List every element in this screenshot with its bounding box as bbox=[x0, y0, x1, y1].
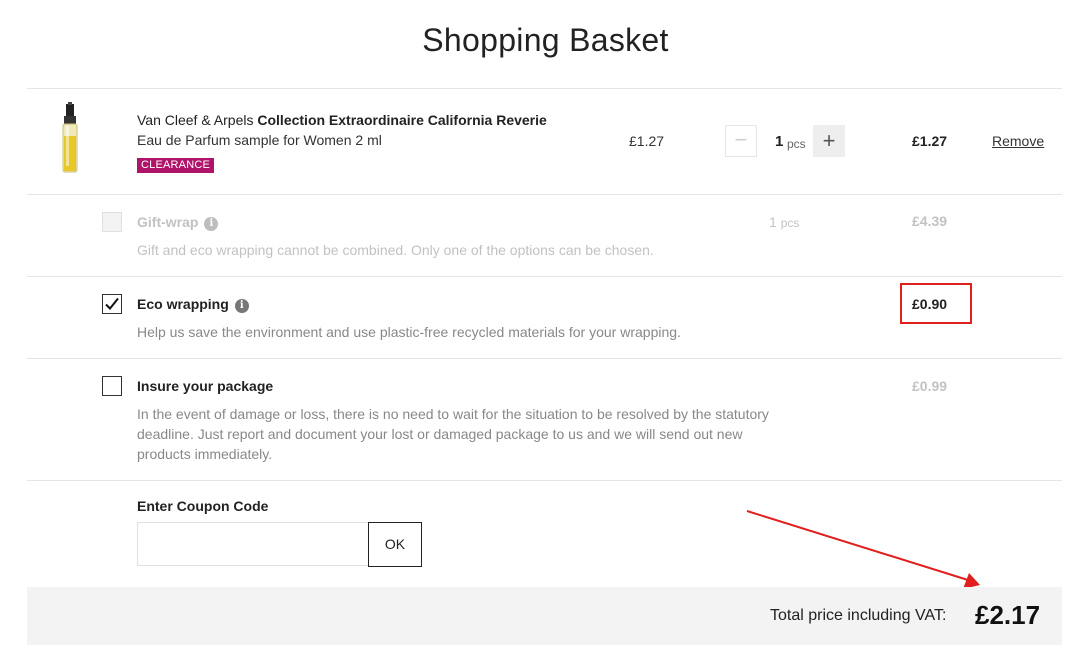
divider bbox=[27, 276, 1062, 277]
annotation-highlight-box bbox=[900, 283, 972, 324]
coupon-ok-button[interactable]: OK bbox=[368, 522, 422, 567]
quantity-value: 1 bbox=[775, 133, 784, 150]
gift-wrap-quantity: 1 pcs bbox=[769, 214, 799, 230]
total-label: Total price including VAT: bbox=[770, 607, 947, 624]
clearance-badge: CLEARANCE bbox=[137, 158, 215, 173]
product-subtitle: Eau de Parfum sample for Women 2 ml bbox=[137, 132, 382, 148]
gift-wrap-description: Gift and eco wrapping cannot be combined… bbox=[137, 242, 654, 258]
product-name[interactable]: Van Cleef & Arpels Collection Extraordin… bbox=[137, 112, 547, 128]
insurance-checkbox[interactable] bbox=[102, 376, 122, 396]
insurance-title: Insure your package bbox=[137, 378, 274, 394]
eco-wrapping-title: Eco wrapping i bbox=[137, 296, 249, 313]
gift-wrap-title: Gift-wrap i bbox=[137, 214, 219, 231]
eco-wrapping-description: Help us save the environment and use pla… bbox=[137, 324, 681, 340]
remove-link[interactable]: Remove bbox=[992, 133, 1044, 149]
divider bbox=[27, 194, 1062, 195]
coupon-label: Enter Coupon Code bbox=[137, 498, 269, 514]
quantity-increase-button[interactable]: + bbox=[813, 125, 845, 157]
product-thumbnail[interactable] bbox=[56, 102, 84, 174]
eco-wrapping-label: Eco wrapping bbox=[137, 296, 229, 312]
page-title: Shopping Basket bbox=[422, 22, 669, 58]
divider bbox=[27, 88, 1062, 89]
eco-wrapping-checkbox[interactable] bbox=[102, 294, 122, 314]
info-icon[interactable]: i bbox=[204, 217, 219, 231]
gift-wrap-label: Gift-wrap bbox=[137, 214, 199, 230]
gift-wrap-quantity-value: 1 bbox=[769, 214, 777, 230]
gift-wrap-price: £4.39 bbox=[912, 213, 948, 229]
product-brand[interactable]: Van Cleef & Arpels bbox=[137, 112, 253, 128]
quantity-decrease-button[interactable]: − bbox=[725, 125, 757, 157]
info-icon[interactable]: i bbox=[234, 299, 249, 313]
checkmark-icon bbox=[105, 297, 119, 310]
divider bbox=[27, 358, 1062, 359]
quantity-unit: pcs bbox=[787, 137, 806, 151]
annotation-arrow bbox=[746, 510, 980, 589]
gift-wrap-checkbox[interactable] bbox=[102, 212, 122, 232]
insurance-price: £0.99 bbox=[912, 378, 948, 394]
product-title[interactable]: Collection Extraordinaire California Rev… bbox=[257, 112, 546, 128]
insurance-description: In the event of damage or loss, there is… bbox=[137, 406, 769, 462]
total-price: £2.17 bbox=[975, 600, 1041, 630]
divider bbox=[27, 480, 1062, 481]
coupon-input[interactable] bbox=[137, 522, 369, 566]
line-total: £1.27 bbox=[912, 133, 948, 149]
unit-price: £1.27 bbox=[629, 133, 665, 149]
gift-wrap-quantity-unit: pcs bbox=[780, 216, 800, 230]
